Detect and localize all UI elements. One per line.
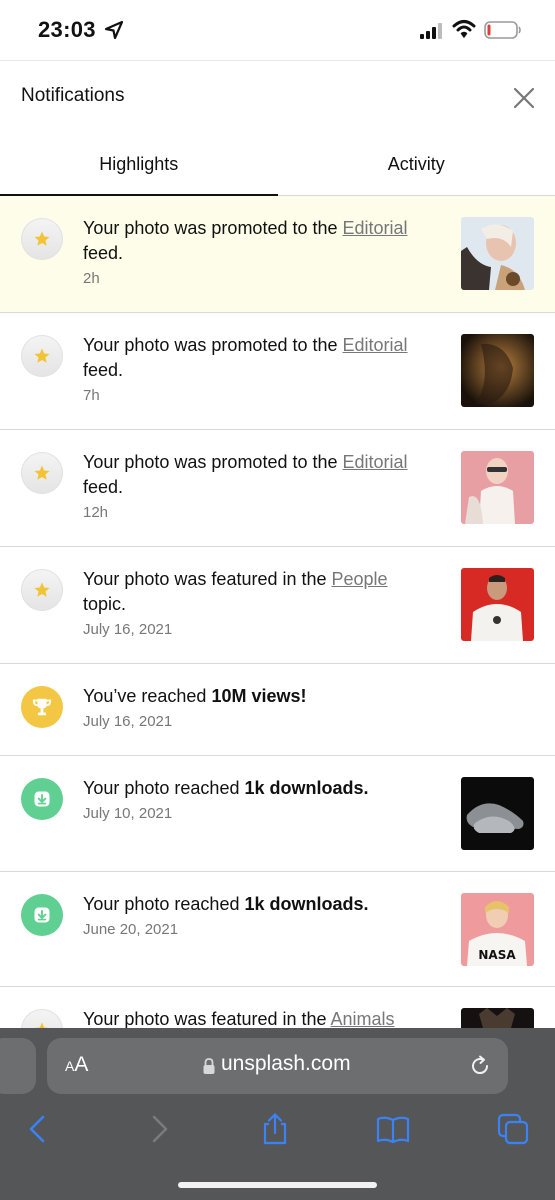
star-badge bbox=[21, 569, 63, 611]
reload-icon[interactable] bbox=[468, 1054, 492, 1078]
browser-toolbar: AA unsplash.com bbox=[0, 1028, 555, 1200]
url-text: unsplash.com bbox=[221, 1052, 351, 1075]
reader-options-button[interactable]: AA bbox=[65, 1053, 88, 1077]
trophy-badge bbox=[21, 686, 63, 728]
photo-thumbnail[interactable] bbox=[461, 217, 534, 290]
editorial-link[interactable]: Editorial bbox=[343, 218, 408, 238]
download-badge bbox=[21, 778, 63, 820]
photo-thumbnail[interactable]: NASA bbox=[461, 893, 534, 966]
forward-chevron-icon[interactable] bbox=[142, 1112, 176, 1146]
photo-thumbnail[interactable] bbox=[461, 568, 534, 641]
notification-text: Your photo was promoted to the Editorial… bbox=[83, 452, 408, 497]
tab-bar: Highlights Activity bbox=[0, 132, 555, 197]
download-badge bbox=[21, 894, 63, 936]
notification-item[interactable]: Your photo was featured in the Animals bbox=[0, 987, 555, 1028]
notification-time: 7h bbox=[83, 387, 100, 404]
editorial-link[interactable]: Editorial bbox=[343, 335, 408, 355]
star-icon bbox=[34, 465, 50, 480]
notification-list: Your photo was promoted to the Editorial… bbox=[0, 196, 555, 1028]
address-bar[interactable]: AA unsplash.com bbox=[47, 1038, 508, 1094]
photo-thumbnail[interactable] bbox=[461, 334, 534, 407]
notification-time: June 20, 2021 bbox=[83, 921, 179, 938]
notification-text: Your photo was featured in the People to… bbox=[83, 569, 388, 614]
notification-item[interactable]: Your photo reached 1k downloads. June 20… bbox=[0, 872, 555, 987]
star-badge bbox=[21, 452, 63, 494]
notification-time: July 16, 2021 bbox=[83, 713, 173, 730]
tabs-icon[interactable] bbox=[496, 1112, 530, 1146]
photo-thumbnail[interactable] bbox=[461, 1008, 534, 1028]
star-icon bbox=[34, 348, 50, 363]
star-badge bbox=[21, 218, 63, 260]
star-icon bbox=[34, 582, 50, 597]
star-badge bbox=[21, 1009, 63, 1028]
people-link[interactable]: People bbox=[332, 569, 388, 589]
notification-text: You’ve reached 10M views! bbox=[83, 686, 307, 706]
notification-item[interactable]: Your photo reached 1k downloads. July 10… bbox=[0, 756, 555, 872]
notification-item[interactable]: Your photo was promoted to the Editorial… bbox=[0, 430, 555, 547]
notifications-header: Notifications bbox=[0, 60, 555, 132]
back-chevron-icon[interactable] bbox=[22, 1112, 56, 1146]
share-icon[interactable] bbox=[258, 1112, 292, 1146]
star-icon bbox=[34, 231, 50, 246]
notification-text: Your photo was featured in the Animals bbox=[83, 1009, 395, 1028]
notification-item[interactable]: Your photo was promoted to the Editorial… bbox=[0, 313, 555, 430]
notification-time: 12h bbox=[83, 504, 109, 521]
home-indicator bbox=[178, 1182, 377, 1188]
milestone-text: 1k downloads. bbox=[244, 778, 369, 798]
lock-icon bbox=[203, 1058, 215, 1074]
previous-tab-pill[interactable] bbox=[0, 1038, 36, 1094]
tab-highlights[interactable]: Highlights bbox=[0, 132, 278, 197]
tab-activity[interactable]: Activity bbox=[278, 132, 555, 196]
bookmarks-icon[interactable] bbox=[376, 1112, 410, 1146]
download-icon bbox=[34, 791, 50, 807]
notification-text: Your photo was promoted to the Editorial… bbox=[83, 218, 408, 263]
location-arrow-icon bbox=[104, 20, 124, 40]
photo-thumbnail[interactable] bbox=[461, 451, 534, 524]
notification-text: Your photo reached 1k downloads. bbox=[83, 894, 369, 914]
download-icon bbox=[34, 907, 50, 923]
svg-text:NASA: NASA bbox=[478, 948, 516, 962]
notification-item[interactable]: Your photo was featured in the People to… bbox=[0, 547, 555, 664]
notification-time: July 10, 2021 bbox=[83, 805, 173, 822]
cellular-signal-icon bbox=[420, 23, 442, 39]
battery-low-icon bbox=[484, 21, 521, 39]
star-icon bbox=[34, 1022, 50, 1028]
notification-item[interactable]: Your photo was promoted to the Editorial… bbox=[0, 196, 555, 313]
notification-time: 2h bbox=[83, 270, 100, 287]
status-time: 23:03 bbox=[38, 17, 96, 42]
page-title: Notifications bbox=[21, 85, 125, 106]
star-badge bbox=[21, 335, 63, 377]
animals-link[interactable]: Animals bbox=[331, 1009, 395, 1028]
milestone-text: 1k downloads. bbox=[244, 894, 369, 914]
trophy-icon bbox=[32, 698, 52, 716]
close-icon[interactable] bbox=[513, 87, 535, 109]
notification-text: Your photo reached 1k downloads. bbox=[83, 778, 369, 798]
notification-item[interactable]: You’ve reached 10M views! July 16, 2021 bbox=[0, 664, 555, 756]
milestone-text: 10M views! bbox=[211, 686, 307, 706]
photo-thumbnail[interactable] bbox=[461, 777, 534, 850]
status-bar: 23:03 bbox=[0, 0, 555, 60]
wifi-icon bbox=[452, 20, 476, 38]
notification-time: July 16, 2021 bbox=[83, 621, 173, 638]
notification-text: Your photo was promoted to the Editorial… bbox=[83, 335, 408, 380]
editorial-link[interactable]: Editorial bbox=[343, 452, 408, 472]
